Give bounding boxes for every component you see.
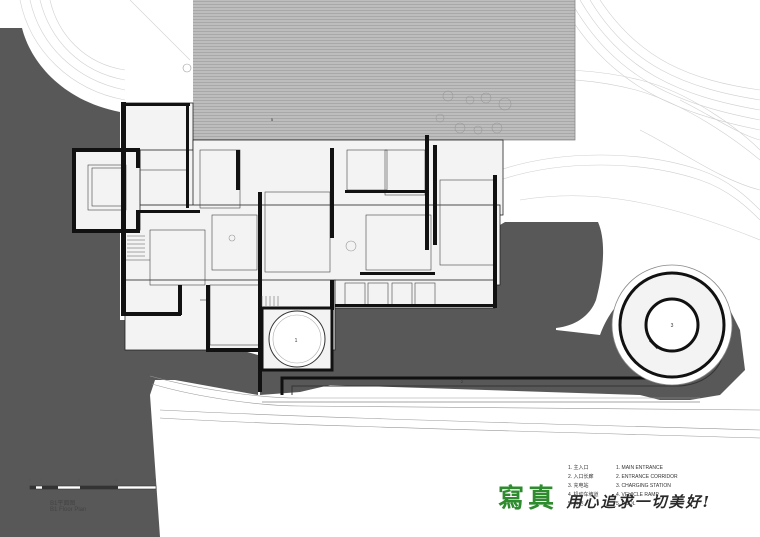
watermark-slogan: 用心追求一切美好!	[566, 493, 712, 511]
pool-hatch	[193, 0, 575, 140]
scale-tick-labels: 0 1 5 10 20	[28, 478, 163, 484]
plan-title-en: B1 Floor Plan	[50, 507, 87, 513]
scale-bar	[29, 485, 157, 490]
scale-tick-label: 0	[29, 478, 31, 482]
watermark: 寫真 用心追求一切美好!	[498, 478, 711, 515]
scale-tick-label: 10	[114, 478, 118, 482]
legend-item-cn: 1. 主入口	[568, 465, 589, 471]
plan-title-cn: B1平面图	[50, 501, 76, 507]
scale-tick-label: 20	[152, 478, 156, 482]
scale-tick-label: 1	[40, 478, 42, 482]
legend-item-en: 1. MAIN ENTRANCE	[616, 465, 663, 471]
scale-tick-label: 5	[78, 478, 80, 482]
floor-plan-drawing: 1 2 3 5	[0, 0, 760, 537]
watermark-logo: 寫真	[498, 484, 559, 514]
room-number-1: 1	[295, 338, 298, 344]
room-number-3: 3	[671, 323, 674, 329]
